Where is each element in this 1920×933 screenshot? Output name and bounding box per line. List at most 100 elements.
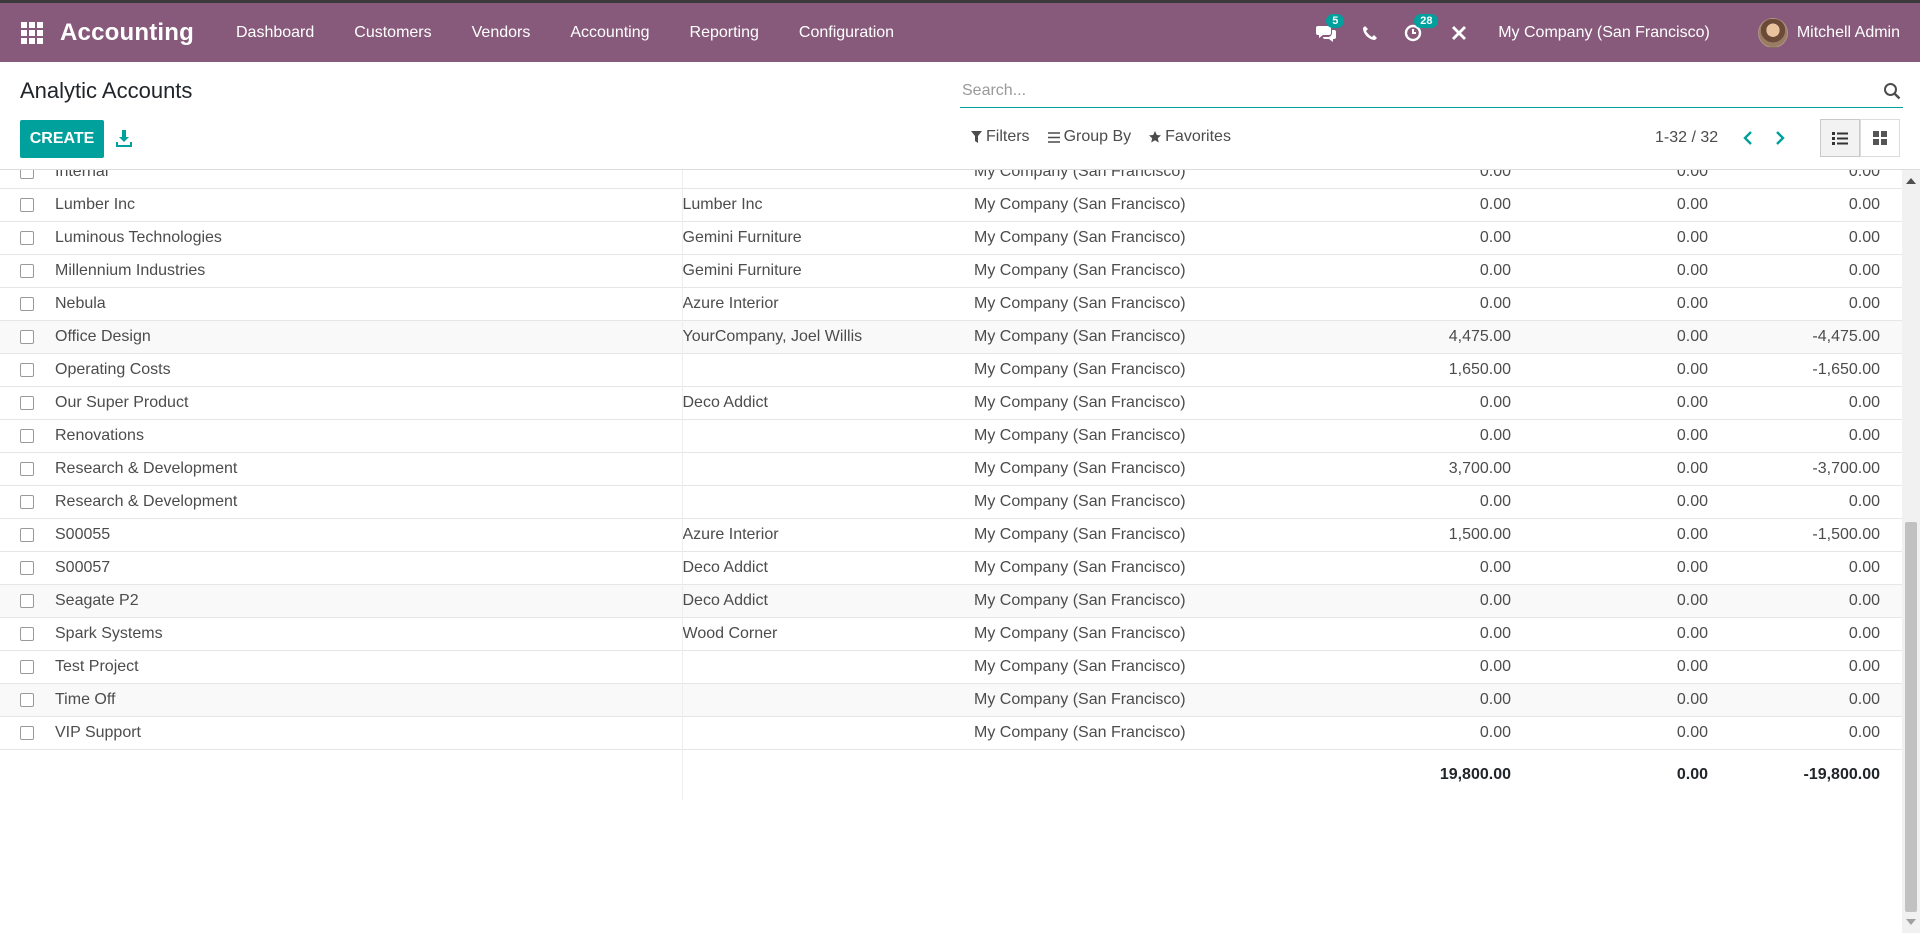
row-checkbox[interactable] [0, 353, 55, 387]
account-name: Research & Development [55, 452, 508, 486]
total-credit: 0.00 [1515, 749, 1712, 800]
row-checkbox[interactable] [0, 518, 55, 552]
row-checkbox[interactable] [0, 617, 55, 651]
table-row[interactable]: S00055 Azure Interior My Company (San Fran… [0, 518, 1902, 552]
table-row[interactable]: Internal My Company (San Francisco) 0.00 0.… [0, 170, 1902, 189]
company-name: My Company (San Francisco) [974, 452, 1310, 486]
menu-configuration[interactable]: Configuration [779, 24, 914, 42]
debit-value: 0.00 [1310, 386, 1515, 420]
row-checkbox[interactable] [0, 287, 55, 321]
checkbox-icon[interactable] [20, 462, 34, 476]
debug-tools-button[interactable] [1450, 24, 1468, 42]
checkbox-icon[interactable] [20, 495, 34, 509]
checkbox-icon[interactable] [20, 561, 34, 575]
download-icon[interactable] [116, 128, 132, 148]
menu-dashboard[interactable]: Dashboard [216, 24, 334, 42]
checkbox-icon[interactable] [20, 693, 34, 707]
kanban-view-button[interactable] [1860, 119, 1900, 157]
table-row[interactable]: Test Project My Company (San Francisco) 0.… [0, 650, 1902, 684]
checkbox-icon[interactable] [20, 363, 34, 377]
table-row[interactable]: Operating Costs My Company (San Francisco… [0, 353, 1902, 387]
row-checkbox[interactable] [0, 485, 55, 519]
pager-value[interactable]: 1-32 / 32 [1655, 129, 1718, 147]
company-switcher[interactable]: My Company (San Francisco) [1498, 24, 1710, 42]
activities-button[interactable]: 28 [1404, 13, 1439, 42]
checkbox-icon[interactable] [20, 429, 34, 443]
checkbox-icon[interactable] [20, 231, 34, 245]
table-row[interactable]: Research & Development My Company (San Fr… [0, 485, 1902, 519]
search-icon[interactable] [1883, 82, 1901, 100]
row-checkbox[interactable] [0, 320, 55, 354]
table-row[interactable]: Seagate P2 Deco Addict My Company (San Fra… [0, 584, 1902, 618]
row-checkbox[interactable] [0, 551, 55, 585]
checkbox-icon[interactable] [20, 627, 34, 641]
phone-button[interactable] [1362, 25, 1378, 41]
table-row[interactable]: Renovations My Company (San Francisco) 0.0… [0, 419, 1902, 453]
row-checkbox[interactable] [0, 188, 55, 222]
group-by-button[interactable]: Group By [1047, 128, 1131, 146]
row-checkbox[interactable] [0, 170, 55, 189]
menu-accounting[interactable]: Accounting [550, 24, 669, 42]
checkbox-icon[interactable] [20, 170, 34, 179]
scroll-down-arrow-icon[interactable] [1906, 919, 1916, 925]
row-checkbox[interactable] [0, 716, 55, 750]
row-checkbox[interactable] [0, 254, 55, 288]
debit-value: 0.00 [1310, 221, 1515, 255]
row-checkbox[interactable] [0, 584, 55, 618]
row-checkbox[interactable] [0, 386, 55, 420]
menu-customers[interactable]: Customers [334, 24, 451, 42]
table-row[interactable]: VIP Support My Company (San Francisco) 0.0… [0, 716, 1902, 750]
menu-reporting[interactable]: Reporting [670, 24, 779, 42]
table-row[interactable]: Spark Systems Wood Corner My Company (San … [0, 617, 1902, 651]
row-checkbox[interactable] [0, 419, 55, 453]
balance-value: 0.00 [1712, 617, 1902, 651]
pager-next-button[interactable] [1768, 128, 1792, 148]
table-row[interactable]: Luminous Technologies Gemini Furniture My … [0, 221, 1902, 255]
list-view-button[interactable] [1820, 119, 1860, 157]
checkbox-icon[interactable] [20, 297, 34, 311]
checkbox-icon[interactable] [20, 198, 34, 212]
row-checkbox[interactable] [0, 650, 55, 684]
row-checkbox[interactable] [0, 683, 55, 717]
user-menu[interactable]: Mitchell Admin [1797, 24, 1900, 42]
checkbox-icon[interactable] [20, 528, 34, 542]
table-row[interactable]: Millennium Industries Gemini Furniture My … [0, 254, 1902, 288]
table-row[interactable]: Time Off My Company (San Francisco) 0.00 0.… [0, 683, 1902, 717]
user-avatar[interactable] [1757, 17, 1788, 48]
pager-previous-button[interactable] [1736, 128, 1760, 148]
messages-button[interactable]: 5 [1316, 13, 1345, 42]
debit-value: 0.00 [1310, 170, 1515, 189]
checkbox-icon[interactable] [20, 726, 34, 740]
search-input[interactable] [960, 74, 1903, 107]
empty-cell [508, 716, 683, 750]
scrollbar-thumb[interactable] [1905, 522, 1917, 912]
credit-value: 0.00 [1515, 221, 1712, 255]
app-title[interactable]: Accounting [60, 19, 194, 47]
company-name: My Company (San Francisco) [974, 419, 1310, 453]
filters-button[interactable]: Filters [971, 128, 1030, 146]
partner-name [682, 485, 974, 519]
table-row[interactable]: Nebula Azure Interior My Company (San Fran… [0, 287, 1902, 321]
company-name: My Company (San Francisco) [974, 485, 1310, 519]
table-row[interactable]: S00057 Deco Addict My Company (San Francis… [0, 551, 1902, 585]
favorites-button[interactable]: Favorites [1149, 128, 1231, 146]
table-row[interactable]: Lumber Inc Lumber Inc My Company (San Fran… [0, 188, 1902, 222]
checkbox-icon[interactable] [20, 330, 34, 344]
balance-value: -3,700.00 [1712, 452, 1902, 486]
scroll-up-arrow-icon[interactable] [1906, 178, 1916, 184]
table-row[interactable]: Research & Development My Company (San Fr… [0, 452, 1902, 486]
table-row[interactable]: Our Super Product Deco Addict My Company (… [0, 386, 1902, 420]
create-button[interactable]: CREATE [20, 120, 104, 158]
row-checkbox[interactable] [0, 452, 55, 486]
debit-value: 0.00 [1310, 188, 1515, 222]
list-scrollbar[interactable] [1902, 170, 1920, 933]
checkbox-icon[interactable] [20, 660, 34, 674]
app-menu-grid-icon[interactable] [21, 21, 43, 44]
table-row[interactable]: Office Design YourCompany, Joel Willis My … [0, 320, 1902, 354]
menu-vendors[interactable]: Vendors [452, 24, 551, 42]
row-checkbox[interactable] [0, 221, 55, 255]
debit-value: 0.00 [1310, 617, 1515, 651]
checkbox-icon[interactable] [20, 264, 34, 278]
checkbox-icon[interactable] [20, 396, 34, 410]
checkbox-icon[interactable] [20, 594, 34, 608]
